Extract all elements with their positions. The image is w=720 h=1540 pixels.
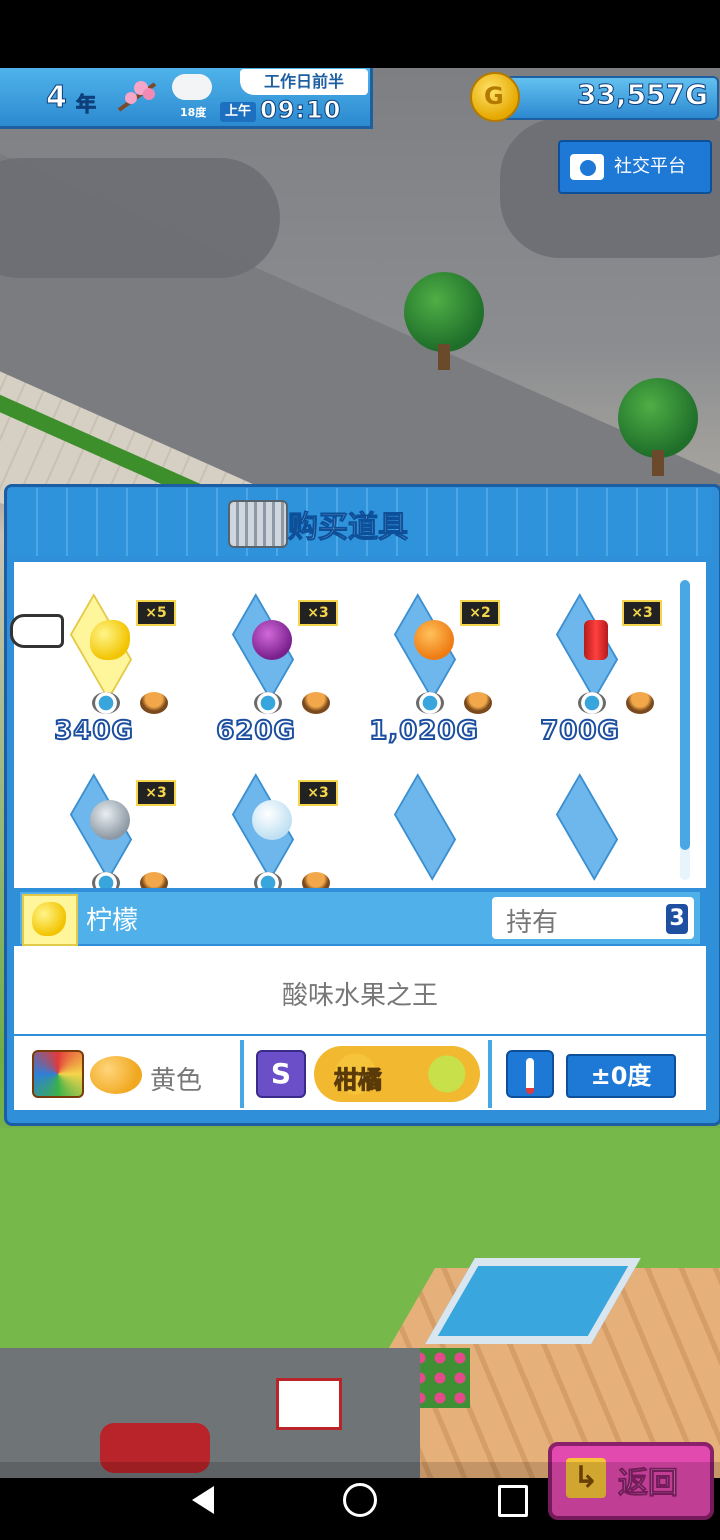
shop-icon	[228, 500, 288, 548]
pointer-hand-icon	[10, 614, 64, 648]
divider	[240, 1040, 244, 1108]
am-pm-label: 上午	[220, 102, 256, 122]
thermometer-bulb	[526, 1058, 534, 1094]
money-amount: 33,557G	[576, 78, 708, 112]
burger-icon	[140, 872, 168, 888]
stock-badge: ×3	[298, 780, 338, 806]
selected-item-icon	[22, 894, 78, 946]
clock-time: 09:10	[259, 96, 342, 125]
item-slot-grape[interactable]: ×3 620G	[206, 580, 346, 747]
color-name: 黄色	[150, 1066, 203, 1096]
burger-icon	[302, 692, 330, 714]
owned-count: 3	[666, 904, 688, 934]
coin-symbol: G	[484, 82, 504, 110]
owned-label: 持有	[506, 908, 559, 938]
coffee-cup-icon	[416, 692, 444, 714]
item-price: 1,020G	[368, 715, 479, 747]
year-number: 4	[46, 80, 68, 116]
tree-trunk	[652, 450, 664, 476]
empty-slot[interactable]	[368, 760, 508, 888]
item-slot-orange[interactable]: ×2 1,020G	[368, 580, 508, 747]
stock-badge: ×5	[136, 600, 176, 626]
item-price: 700G	[539, 715, 620, 747]
selected-item-name: 柠檬	[86, 906, 139, 936]
parking-lot	[0, 1348, 420, 1478]
item-description: 酸味水果之王	[281, 981, 438, 1011]
nav-recent-apps-icon[interactable]	[498, 1485, 528, 1517]
stock-badge: ×3	[622, 600, 662, 626]
burger-icon	[302, 872, 330, 888]
orange-icon	[414, 620, 454, 660]
lemon-icon	[32, 902, 66, 936]
flavor-icon: S	[256, 1050, 306, 1098]
coffee-cup-icon	[254, 692, 282, 714]
lemon-icon	[90, 620, 130, 660]
coffee-cup-icon	[578, 692, 606, 714]
storm-cloud	[0, 158, 280, 278]
burger-icon	[140, 692, 168, 714]
cherry-blossom-icon	[117, 81, 157, 112]
sign-board	[276, 1378, 342, 1430]
item-slot-kettle[interactable]: ×3	[44, 760, 184, 888]
cola-can-icon	[584, 620, 608, 660]
social-platform-label: 社交平台	[614, 156, 686, 177]
coffee-cup-icon	[92, 692, 120, 714]
period-label: 工作日前半	[240, 69, 368, 95]
year-unit: 年	[76, 92, 97, 117]
ice-icon	[252, 800, 292, 840]
nav-home-icon[interactable]	[343, 1483, 377, 1517]
burger-icon	[464, 692, 492, 714]
item-price: 340G	[53, 715, 134, 747]
item-slot-lemon[interactable]: ×5 340G	[44, 580, 184, 747]
item-slot-cola[interactable]: ×3 700G	[530, 580, 670, 747]
stock-badge: ×2	[460, 600, 500, 626]
nav-back-icon[interactable]	[190, 1484, 216, 1516]
empty-slot[interactable]	[530, 760, 670, 888]
temperature: 18度	[180, 106, 207, 119]
item-tile	[555, 773, 619, 881]
color-palette-icon	[32, 1050, 84, 1098]
divider	[488, 1040, 492, 1108]
coin-icon: G	[470, 72, 520, 122]
scrollbar-thumb[interactable]	[680, 580, 690, 850]
grape-icon	[252, 620, 292, 660]
kettle-icon	[90, 800, 130, 840]
cloudy-icon	[172, 74, 212, 100]
burger-icon	[626, 692, 654, 714]
item-price: 620G	[215, 715, 296, 747]
thermometer-icon	[506, 1050, 554, 1098]
color-swatch	[90, 1056, 142, 1094]
tree-trunk	[438, 344, 450, 370]
tree	[404, 272, 484, 352]
tree	[618, 378, 698, 458]
camera-icon	[570, 154, 604, 180]
stock-badge: ×3	[298, 600, 338, 626]
item-slot-ice[interactable]: ×3	[206, 760, 346, 888]
social-platform-button[interactable]: 社交平台	[558, 140, 712, 194]
temperature-value: ±0度	[566, 1054, 676, 1098]
stock-badge: ×3	[136, 780, 176, 806]
flavor-name: 柑橘	[334, 1066, 383, 1095]
coffee-cup-icon	[254, 872, 282, 888]
dialog-title: 购买道具	[288, 510, 409, 546]
item-tile	[393, 773, 457, 881]
coffee-cup-icon	[92, 872, 120, 888]
